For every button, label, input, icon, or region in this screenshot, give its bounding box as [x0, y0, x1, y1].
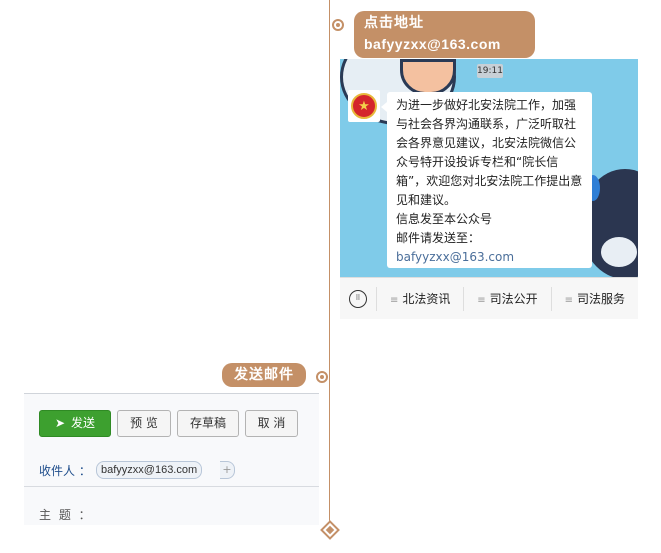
court-avatar[interactable]: ★ [348, 90, 380, 122]
cancel-button[interactable]: 取 消 [245, 410, 298, 437]
save-draft-button[interactable]: 存草稿 [177, 410, 239, 437]
tip-click-address: 点击地址 bafyyzxx@163.com [354, 11, 535, 58]
timeline-end-diamond [320, 520, 340, 540]
preview-button[interactable]: 预 览 [117, 410, 171, 437]
wechat-screenshot: 19:11 ★ 为进一步做好北安法院工作，加强与社会各界沟通联系，广泛听取社会各… [340, 59, 638, 319]
message-line2: 信息发至本公众号 [396, 212, 493, 226]
email-compose-form: ➤ 发送 预 览 存草稿 取 消 收件人 ： bafyyzxx@163.com +… [24, 393, 319, 525]
keyboard-toggle[interactable]: ⠿ [340, 289, 376, 308]
menu-item-label: 司法服务 [577, 291, 626, 306]
menu-icon: ≡ [564, 294, 573, 306]
timeline-dot-top [332, 19, 344, 31]
message-mail-prefix: 邮件请发送至： [396, 231, 481, 245]
message-time: 19:11 [477, 64, 503, 78]
menu-icon: ≡ [477, 294, 486, 306]
keyboard-icon: ⠿ [349, 289, 367, 308]
chat-message: 为进一步做好北安法院工作，加强与社会各界沟通联系，广泛听取社会各界意见建议，北安… [381, 92, 592, 268]
menu-item-news[interactable]: ≡ 北法资讯 [376, 286, 463, 311]
cartoon-decoration [598, 234, 638, 270]
menu-icon: ≡ [389, 294, 399, 306]
menu-item-judicial-open[interactable]: ≡ 司法公开 [463, 286, 550, 311]
tip-title: 点击地址 [364, 15, 424, 31]
tip-email: bafyyzxx@163.com [364, 36, 501, 52]
add-recipient-icon[interactable]: + [220, 461, 235, 479]
message-main: 为进一步做好北安法院工作，加强与社会各界沟通联系，广泛听取社会各界意见建议，北安… [396, 98, 583, 207]
recipient-row[interactable]: 收件人 ： bafyyzxx@163.com + [24, 454, 319, 487]
recipient-chip[interactable]: bafyyzxx@163.com [96, 461, 203, 479]
message-mail-link[interactable]: bafyyzxx@163.com [396, 250, 514, 264]
send-button-label: 发送 [71, 416, 96, 430]
message-mail-line: 邮件请发送至： bafyyzxx@163.com [396, 229, 586, 267]
menu-item-label: 北法资讯 [402, 291, 451, 306]
wechat-bottom-menu: ⠿ ≡ 北法资讯 ≡ 司法公开 ≡ 司法服务 [340, 277, 638, 319]
timeline-line [329, 0, 330, 530]
send-button[interactable]: ➤ 发送 [39, 410, 111, 437]
timeline-dot-send [316, 371, 328, 383]
paper-plane-icon: ➤ [54, 416, 66, 430]
chat-background: 19:11 ★ 为进一步做好北安法院工作，加强与社会各界沟通联系，广泛听取社会各… [340, 59, 638, 277]
subject-label: 主 题 ： [39, 508, 93, 522]
menu-item-label: 司法公开 [489, 291, 538, 306]
court-emblem-icon: ★ [351, 93, 377, 119]
menu-item-judicial-service[interactable]: ≡ 司法服务 [550, 286, 638, 311]
tip-send-mail: 发送邮件 [222, 363, 306, 387]
recipient-label: 收件人 ： [39, 464, 91, 478]
